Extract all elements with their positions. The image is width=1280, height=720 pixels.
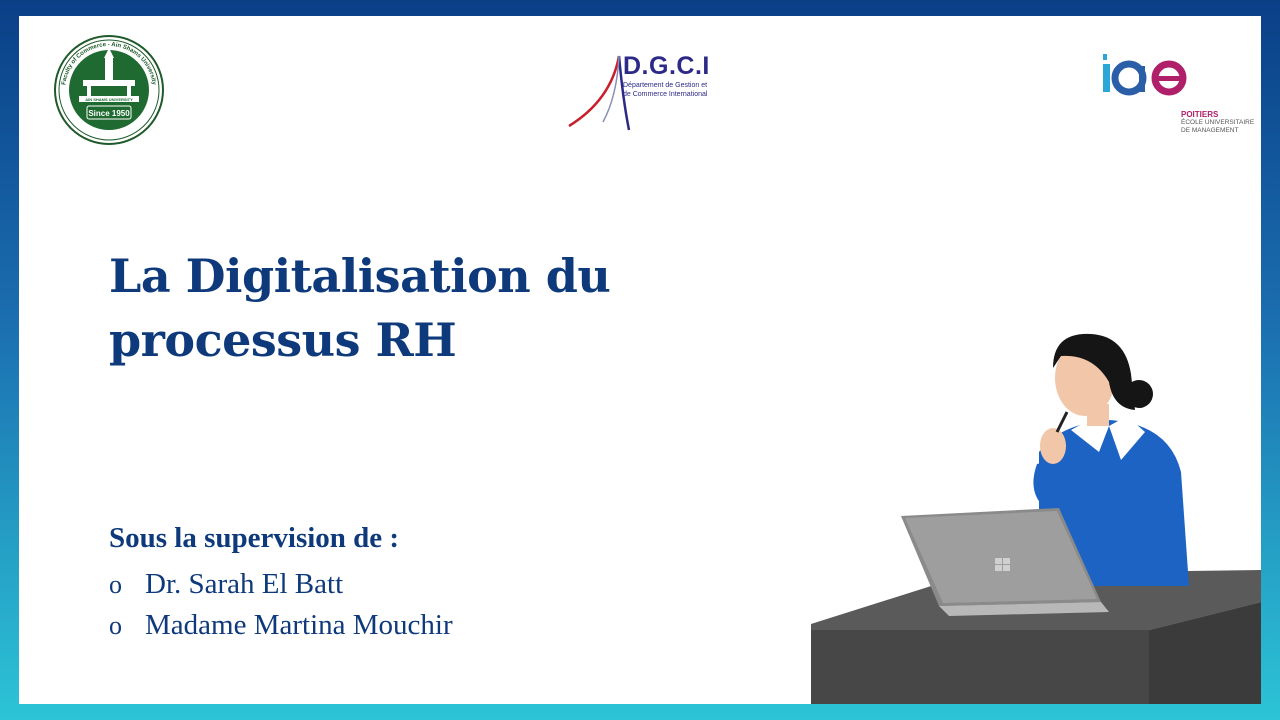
dgci-subtitle: Département de Gestion et de Commerce In… (623, 82, 708, 98)
bullet-marker: o (109, 611, 122, 640)
svg-text:AIN SHAMS UNIVERSITY: AIN SHAMS UNIVERSITY (85, 97, 133, 102)
title-line-1: La Digitalisation du (109, 249, 611, 303)
iae-school: ÉCOLE UNIVERSITAIRE DE MANAGEMENT (1181, 119, 1255, 134)
iae-logo-text: POITIERS ÉCOLE UNIVERSITAIRE DE MANAGEME… (1181, 110, 1261, 135)
supervision-heading: Sous la supervision de : (109, 522, 400, 554)
list-item: o Madame Martina Mouchir (109, 605, 453, 646)
title-line-2: processus RH (109, 313, 457, 367)
dgci-logo-text: D.G.C.I Département de Gestion et de Com… (623, 52, 713, 99)
supervisor-list: o Dr. Sarah El Batt o Madame Martina Mou… (109, 564, 453, 646)
since-text: Since 1950 (88, 109, 130, 118)
bullet-marker: o (109, 570, 122, 599)
supervisor-name: Dr. Sarah El Batt (145, 568, 344, 600)
supervisor-name: Madame Martina Mouchir (145, 609, 453, 641)
person-hand (1040, 428, 1066, 464)
slide-title: La Digitalisation du processus RH (109, 244, 729, 372)
person-illustration (811, 333, 1261, 704)
slide: AIN SHAMS UNIVERSITY Since 1950 Faculty … (19, 16, 1261, 704)
dgci-name: D.G.C.I (623, 52, 710, 80)
desk-front (811, 630, 1149, 704)
iae-city: POITIERS (1181, 110, 1219, 119)
ain-shams-logo: AIN SHAMS UNIVERSITY Since 1950 Faculty … (54, 35, 164, 145)
list-item: o Dr. Sarah El Batt (109, 564, 453, 605)
